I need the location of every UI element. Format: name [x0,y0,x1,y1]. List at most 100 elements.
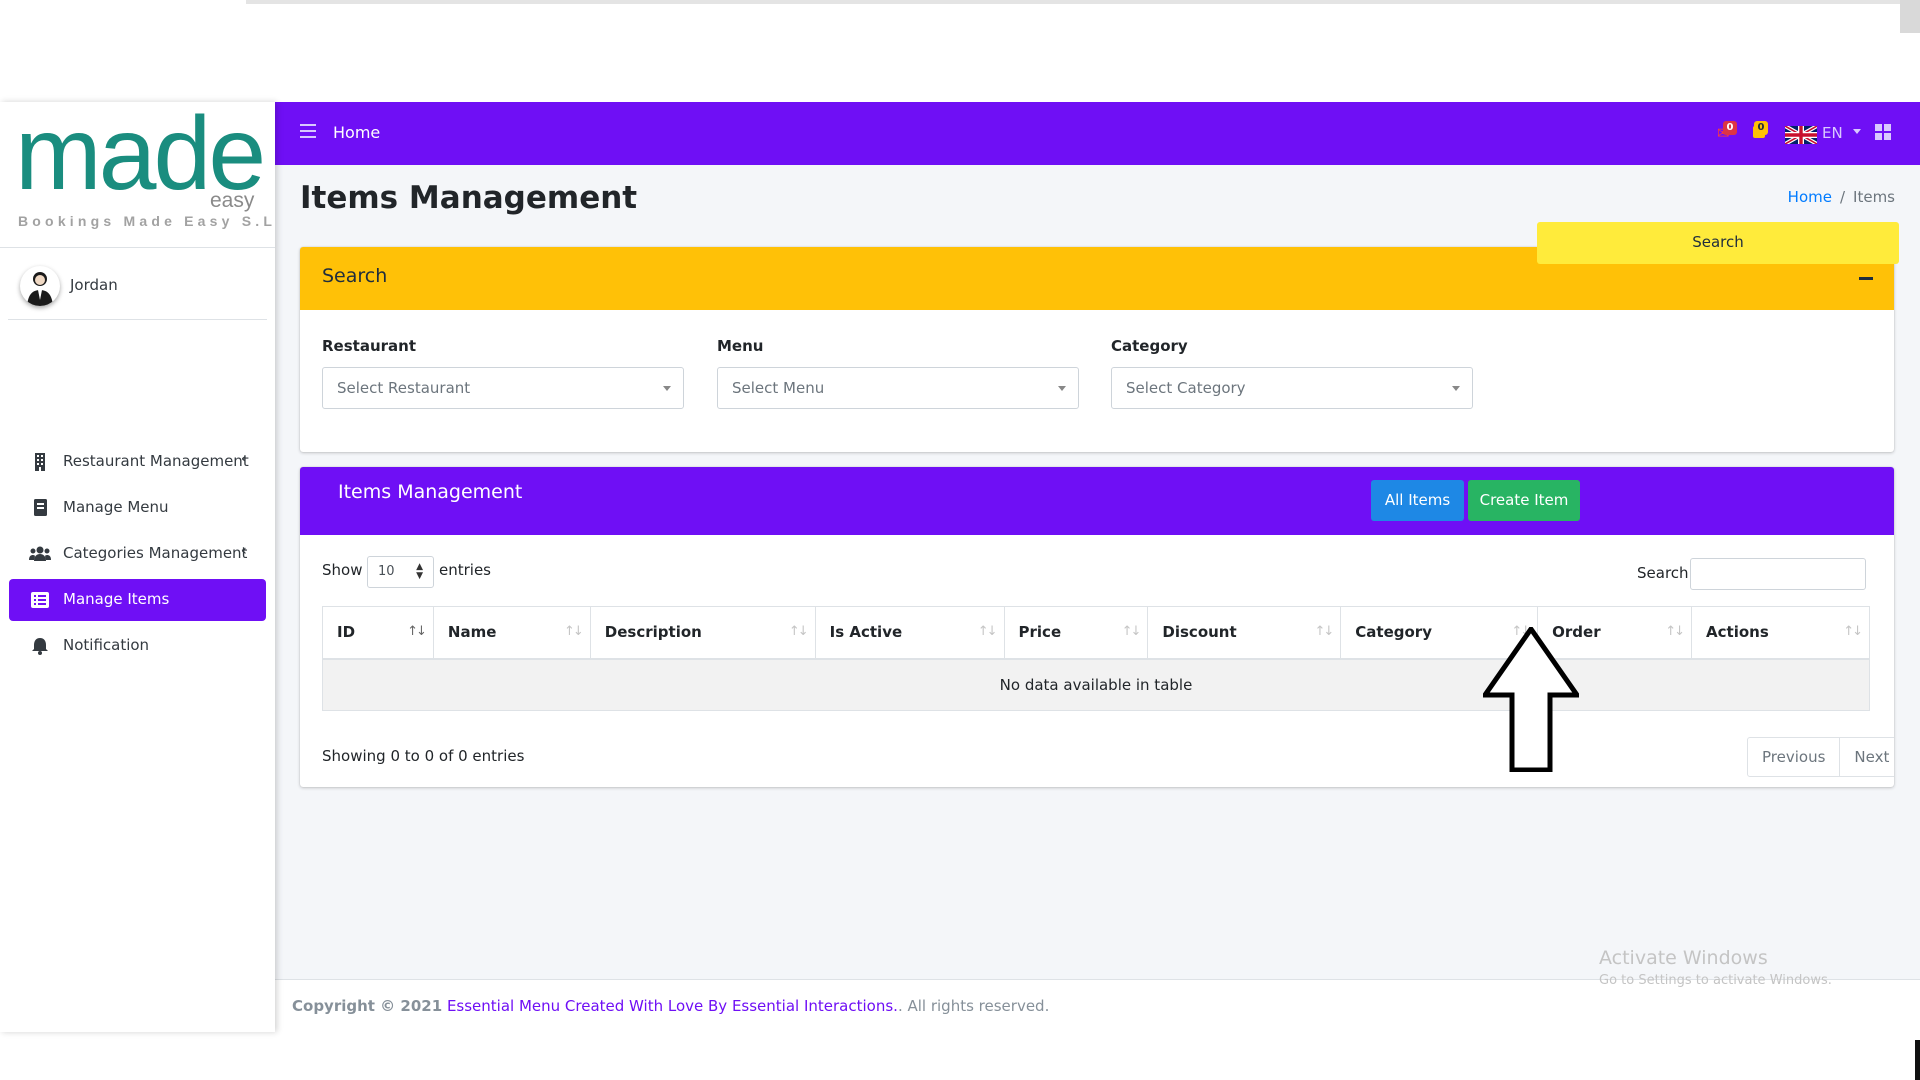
column-header-id[interactable]: ID ↑↓ [322,606,434,660]
sort-icon: ↑↓ [564,624,584,639]
page-title: Items Management [300,180,638,216]
browser-top-gap [0,0,246,4]
sort-icon: ↑↓ [977,624,998,639]
footer-suffix: . All rights reserved. [897,997,1050,1015]
sort-icon: ↑↓ [1843,624,1863,639]
user-name[interactable]: Jordan [70,276,118,294]
uk-flag-icon[interactable] [1785,126,1817,144]
category-label: Category [1111,337,1188,355]
menu-select[interactable]: Select Menu [717,367,1079,409]
caret-down-icon [1058,386,1066,391]
sidebar-item-notification[interactable]: Notification [9,625,266,667]
footer-prefix: Copyright © 2021 [292,997,443,1015]
sidebar-item-categories-management[interactable]: Categories Management ‹ [9,533,266,575]
entries-per-page-select[interactable]: 10 ▲ ▼ [367,556,434,588]
column-header-actions[interactable]: Actions ↑↓ [1691,606,1870,660]
bell-icon [32,638,48,655]
table-info: Showing 0 to 0 of 0 entries [322,747,525,765]
browser-top-edge [0,0,1920,4]
window-edge-mark [1915,1040,1920,1080]
window-scrollbar[interactable] [1900,0,1920,33]
previous-page-button[interactable]: Previous [1748,738,1839,776]
category-select-placeholder: Select Category [1126,379,1246,397]
items-card: Items Management All Items Create Item S… [300,467,1894,787]
sort-icon: ↑↓ [788,624,809,639]
sidebar: made easy Bookings Made Easy S.L Jordan [0,102,275,1032]
main-content: Home ✉ 0 0 EN Items [275,102,1920,1032]
restaurant-select-placeholder: Select Restaurant [337,379,471,397]
create-item-button[interactable]: Create Item [1468,480,1580,521]
table-search-input[interactable] [1690,558,1866,590]
breadcrumb: Home / Items [1788,188,1895,206]
all-items-button[interactable]: All Items [1371,480,1464,521]
messages-count-badge: 0 [1723,121,1737,135]
sidebar-item-label: Manage Menu [63,498,169,516]
avatar[interactable] [20,266,60,306]
sort-icon: ↑↓ [1121,624,1142,639]
empty-table-message: No data available in table [322,658,1870,711]
admin-app: made easy Bookings Made Easy S.L Jordan [0,102,1920,1032]
sidebar-item-label: Categories Management [63,544,248,562]
sidebar-item-label: Manage Items [63,590,170,608]
breadcrumb-home-link[interactable]: Home [1788,188,1832,206]
top-navbar: Home ✉ 0 0 EN [275,102,1920,165]
pagination: Previous Next [1747,737,1894,777]
collapse-minus-icon[interactable] [1859,277,1873,280]
table-search-label: Search: [1637,564,1694,582]
grid-icon[interactable] [1875,124,1891,140]
show-label: Show [322,561,363,579]
screen: made easy Bookings Made Easy S.L Jordan [0,0,1920,1080]
column-header-name[interactable]: Name ↑↓ [432,606,591,660]
footer-link[interactable]: Essential Menu Created With Love By Esse… [447,997,898,1015]
nav-home-link[interactable]: Home [333,123,380,142]
hamburger-menu-icon[interactable] [300,124,316,138]
column-header-discount[interactable]: Discount ↑↓ [1147,606,1342,660]
book-icon [34,499,47,516]
menu-select-placeholder: Select Menu [732,379,825,397]
entries-label: entries [439,561,491,579]
sort-icon: ↑↓ [407,624,427,639]
chevron-left-icon: ‹ [241,543,247,559]
search-card: Search Restaurant Select Restaurant Menu… [300,247,1894,452]
column-header-description[interactable]: Description ↑↓ [589,606,816,660]
search-card-title: Search [322,265,388,287]
search-button-label: Search [1692,233,1744,251]
caret-down-icon [1853,129,1861,134]
table-row: No data available in table [322,658,1870,711]
table-header-row: ID ↑↓ Name ↑↓ Description ↑↓ Is Active ↑↓ Pr… [322,606,1870,660]
column-header-is-active[interactable]: Is Active ↑↓ [814,606,1005,660]
language-selector[interactable]: EN [1822,124,1843,142]
items-table: ID ↑↓ Name ↑↓ Description ↑↓ Is Active ↑↓ Pr… [322,606,1870,711]
items-card-header: Items Management All Items Create Item [300,467,1894,535]
logo-tagline: Bookings Made Easy S.L [18,213,277,229]
user-panel: Jordan [8,250,267,320]
user-avatar-icon [27,272,53,306]
users-icon [29,546,51,561]
sidebar-item-restaurant-management[interactable]: Restaurant Management ‹ [9,441,266,483]
sidebar-item-manage-items[interactable]: Manage Items [9,579,266,621]
entries-value: 10 [378,564,395,579]
category-select[interactable]: Select Category [1111,367,1473,409]
restaurant-select[interactable]: Select Restaurant [322,367,684,409]
caret-down-icon [663,386,671,391]
brand-logo[interactable]: made easy Bookings Made Easy S.L [0,102,275,248]
create-item-button-label: Create Item [1479,491,1569,509]
restaurant-label: Restaurant [322,337,416,355]
search-button[interactable]: Search [1537,222,1899,264]
activate-windows-subtitle: Go to Settings to activate Windows. [1599,973,1832,988]
sidebar-item-label: Notification [63,636,150,654]
footer-copyright: Copyright © 2021 Essential Menu Created … [292,997,1049,1015]
sort-icon: ↑↓ [1665,624,1685,639]
column-header-price[interactable]: Price ↑↓ [1003,606,1149,660]
breadcrumb-separator: / [1839,188,1846,206]
chevron-left-icon: ‹ [241,451,247,467]
logo-sub: easy [210,189,255,212]
notifications-count-badge: 0 [1754,121,1768,135]
caret-down-icon [1452,386,1460,391]
breadcrumb-current: Items [1853,188,1895,206]
sidebar-item-manage-menu[interactable]: Manage Menu [9,487,266,529]
next-page-button[interactable]: Next [1839,738,1894,776]
sidebar-item-label: Restaurant Management [63,452,249,470]
building-icon [35,453,45,471]
all-items-button-label: All Items [1384,491,1451,509]
